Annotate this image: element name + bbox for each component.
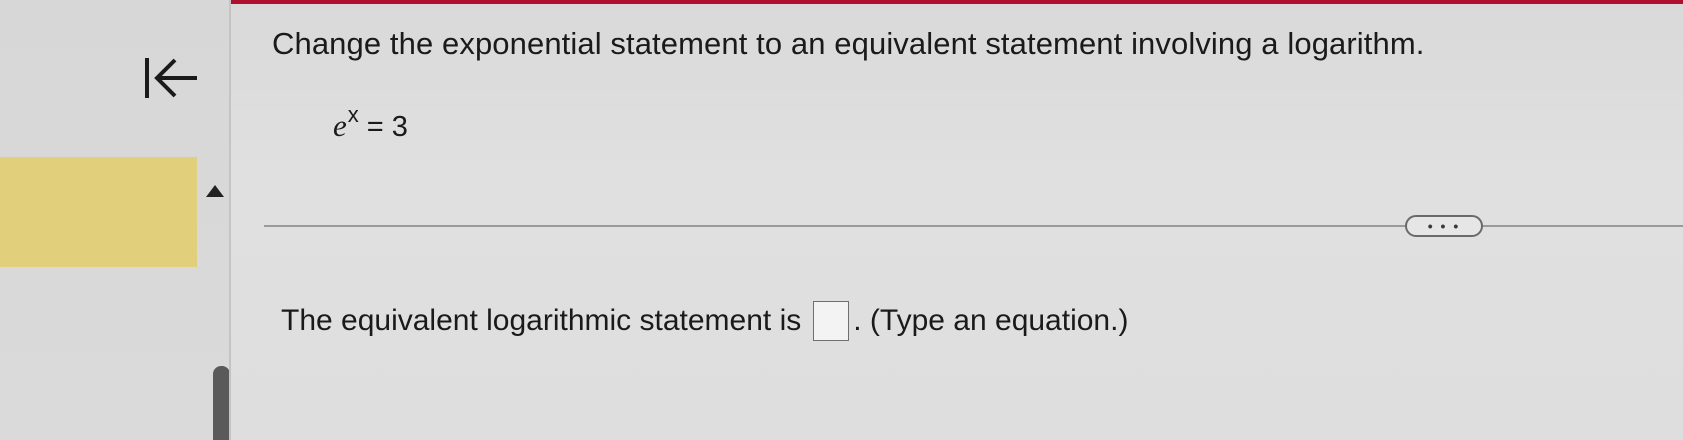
more-options-button[interactable]: • • • bbox=[1405, 215, 1483, 237]
question-title: Change the exponential statement to an e… bbox=[272, 26, 1425, 61]
left-panel bbox=[0, 0, 230, 440]
answer-line: The equivalent logarithmic statement is … bbox=[281, 301, 1128, 341]
equation-base: e bbox=[333, 108, 347, 143]
answer-suffix: . (Type an equation.) bbox=[853, 304, 1129, 337]
back-to-first-button[interactable] bbox=[130, 48, 210, 108]
panel-divider bbox=[229, 0, 231, 440]
equation-exponent: x bbox=[347, 102, 359, 127]
triangle-up-icon bbox=[206, 185, 224, 197]
answer-input[interactable] bbox=[813, 301, 850, 341]
scrollbar-thumb[interactable] bbox=[213, 366, 230, 440]
equation-rest: = 3 bbox=[366, 111, 408, 143]
answer-prefix: The equivalent logarithmic statement is bbox=[281, 304, 802, 337]
given-equation: ex = 3 bbox=[333, 102, 408, 144]
top-accent-bar bbox=[230, 0, 1683, 4]
collapse-toggle-button[interactable] bbox=[204, 183, 226, 199]
first-page-arrow-icon bbox=[145, 58, 197, 98]
highlight-block bbox=[0, 157, 197, 267]
question-page: Change the exponential statement to an e… bbox=[0, 0, 1683, 440]
